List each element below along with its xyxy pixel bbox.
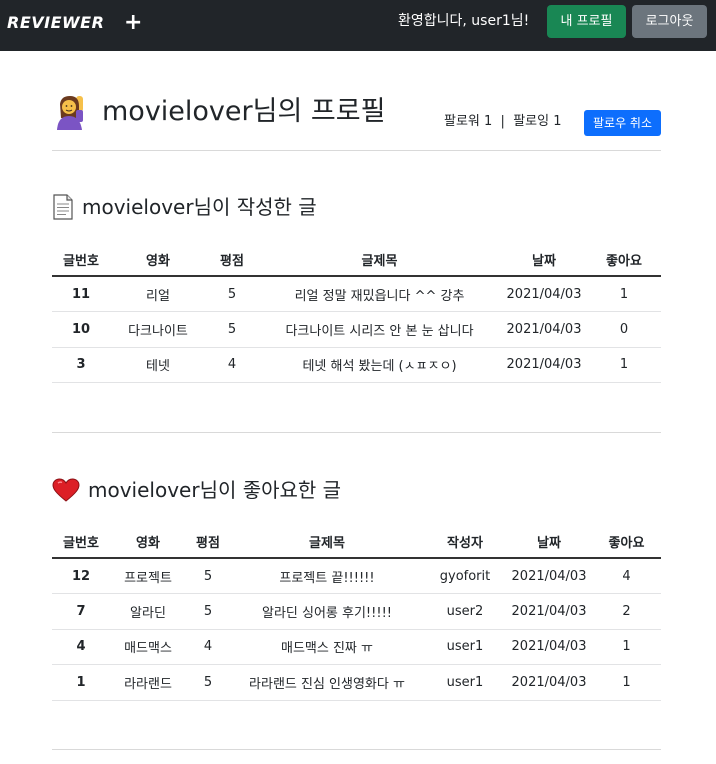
column-header: 글번호	[52, 243, 110, 277]
movie-name: 테넷	[110, 347, 206, 383]
heart-icon	[52, 478, 80, 502]
post-date: 2021/04/03	[501, 311, 587, 348]
post-id: 7	[52, 593, 110, 630]
post-title-link[interactable]: 테넷 해석 봤는데 (ㅅㅍㅈㅇ)	[258, 347, 501, 383]
like-count: 1	[592, 629, 661, 665]
column-header: 글제목	[258, 243, 501, 277]
post-title-link[interactable]: 알라딘 싱어롱 후기!!!!!	[230, 593, 424, 630]
movie-name: 알라딘	[110, 593, 186, 630]
post-id: 10	[52, 311, 110, 348]
table-header-row: 글번호 영화 평점 글제목 작성자 날짜 좋아요	[52, 525, 661, 559]
table-row: 12 프로젝트 5 프로젝트 끝!!!!!! gyoforit 2021/04/…	[52, 558, 661, 594]
column-header: 평점	[206, 243, 258, 277]
my-profile-button[interactable]: 내 프로필	[547, 5, 626, 38]
column-header: 글번호	[52, 525, 110, 559]
written-section-title: movielover님이 작성한 글	[52, 193, 317, 221]
movie-name: 리얼	[110, 276, 206, 312]
rating: 4	[186, 629, 230, 665]
rating: 5	[186, 558, 230, 594]
like-count: 1	[587, 347, 661, 383]
written-posts-table: 글번호 영화 평점 글제목 날짜 좋아요 11 리얼 5 리얼 정말 재밌읍니다…	[52, 243, 661, 383]
person-raising-hand-icon	[57, 96, 83, 130]
add-post-icon[interactable]: +	[124, 8, 142, 38]
divider	[52, 432, 661, 433]
written-section-title-text: movielover님이 작성한 글	[82, 195, 317, 219]
post-id: 4	[52, 629, 110, 665]
post-title-link[interactable]: 라라랜드 진심 인생영화다 ㅠ	[230, 664, 424, 701]
page-icon	[53, 194, 73, 220]
post-author[interactable]: user1	[424, 629, 506, 665]
column-header: 날짜	[501, 243, 587, 277]
post-date: 2021/04/03	[506, 593, 592, 630]
movie-name: 다크나이트	[110, 311, 206, 348]
post-title-link[interactable]: 리얼 정말 재밌읍니다 ^^ 강추	[258, 276, 501, 312]
follow-counts: 팔로워 1 | 팔로잉 1	[444, 114, 562, 129]
rating: 5	[206, 276, 258, 312]
table-row: 4 매드맥스 4 매드맥스 진짜 ㅠ user1 2021/04/03 1	[52, 629, 661, 665]
logout-button[interactable]: 로그아웃	[632, 5, 707, 38]
post-date: 2021/04/03	[506, 629, 592, 665]
post-date: 2021/04/03	[501, 276, 587, 312]
movie-name: 프로젝트	[110, 558, 186, 594]
rating: 5	[206, 311, 258, 348]
column-header: 영화	[110, 243, 206, 277]
column-header: 좋아요	[592, 525, 661, 559]
movie-name: 라라랜드	[110, 664, 186, 701]
like-count: 2	[592, 593, 661, 630]
column-header: 작성자	[424, 525, 506, 559]
post-id: 1	[52, 664, 110, 701]
column-header: 영화	[110, 525, 186, 559]
movie-name: 매드맥스	[110, 629, 186, 665]
rating: 4	[206, 347, 258, 383]
post-author[interactable]: user1	[424, 664, 506, 701]
post-id: 11	[52, 276, 110, 312]
liked-posts-table: 글번호 영화 평점 글제목 작성자 날짜 좋아요 12 프로젝트 5 프로젝트 …	[52, 525, 661, 701]
divider	[52, 749, 661, 750]
liked-section-title-text: movielover님이 좋아요한 글	[88, 478, 342, 502]
like-count: 1	[592, 664, 661, 701]
post-author[interactable]: gyoforit	[424, 558, 506, 594]
column-header: 글제목	[230, 525, 424, 559]
post-id: 12	[52, 558, 110, 594]
table-row: 10 다크나이트 5 다크나이트 시리즈 안 본 눈 삽니다 2021/04/0…	[52, 311, 661, 348]
post-author[interactable]: user2	[424, 593, 506, 630]
rating: 5	[186, 593, 230, 630]
table-row: 3 테넷 4 테넷 해석 봤는데 (ㅅㅍㅈㅇ) 2021/04/03 1	[52, 347, 661, 383]
unfollow-button[interactable]: 팔로우 취소	[584, 110, 661, 136]
table-row: 11 리얼 5 리얼 정말 재밌읍니다 ^^ 강추 2021/04/03 1	[52, 276, 661, 312]
post-title-link[interactable]: 프로젝트 끝!!!!!!	[230, 558, 424, 594]
post-title-link[interactable]: 다크나이트 시리즈 안 본 눈 삽니다	[258, 311, 501, 348]
table-row: 7 알라딘 5 알라딘 싱어롱 후기!!!!! user2 2021/04/03…	[52, 593, 661, 630]
like-count: 4	[592, 558, 661, 594]
like-count: 1	[587, 276, 661, 312]
welcome-message: 환영합니다, user1님!	[398, 13, 530, 29]
post-title-link[interactable]: 매드맥스 진짜 ㅠ	[230, 629, 424, 665]
table-row: 1 라라랜드 5 라라랜드 진심 인생영화다 ㅠ user1 2021/04/0…	[52, 664, 661, 701]
post-date: 2021/04/03	[506, 664, 592, 701]
divider	[52, 150, 661, 151]
post-date: 2021/04/03	[501, 347, 587, 383]
rating: 5	[186, 664, 230, 701]
brand-logo[interactable]: REVIEWER	[7, 13, 104, 32]
column-header: 날짜	[506, 525, 592, 559]
post-date: 2021/04/03	[506, 558, 592, 594]
column-header: 좋아요	[587, 243, 661, 277]
post-id: 3	[52, 347, 110, 383]
navbar: REVIEWER + 환영합니다, user1님! 내 프로필 로그아웃	[0, 0, 716, 51]
column-header: 평점	[186, 525, 230, 559]
profile-title: movielover님의 프로필	[102, 96, 386, 127]
like-count: 0	[587, 311, 661, 348]
liked-section-title: movielover님이 좋아요한 글	[52, 476, 341, 504]
table-header-row: 글번호 영화 평점 글제목 날짜 좋아요	[52, 243, 661, 277]
